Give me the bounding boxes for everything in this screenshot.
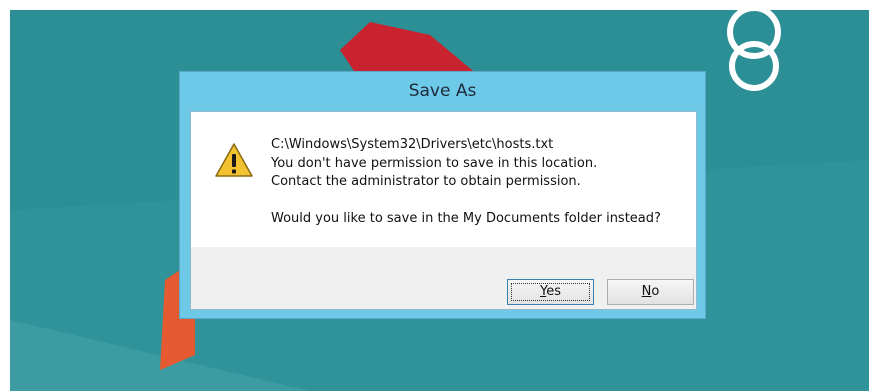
wallpaper-ring-bottom (729, 41, 779, 91)
dialog-message: C:\Windows\System32\Drivers\etc\hosts.tx… (271, 136, 691, 228)
message-line-permission: You don't have permission to save in thi… (271, 155, 598, 171)
message-line-contact: Contact the administrator to obtain perm… (271, 174, 581, 189)
warning-icon (215, 143, 253, 177)
no-button-label: No (641, 284, 660, 299)
focus-rectangle (511, 283, 590, 301)
file-path: C:\Windows\System32\Drivers\etc\hosts.tx… (271, 137, 554, 152)
dialog-title: Save As (408, 81, 477, 101)
no-button[interactable]: No (607, 279, 694, 305)
dialog-titlebar[interactable]: Save As (180, 72, 705, 110)
save-as-dialog: Save As C:\Windows\System32\Drivers\etc\… (180, 72, 705, 318)
dialog-content: C:\Windows\System32\Drivers\etc\hosts.tx… (191, 112, 696, 247)
message-question: Would you like to save in the My Documen… (271, 210, 661, 226)
yes-button[interactable]: Yes (507, 279, 594, 305)
dialog-client-area: C:\Windows\System32\Drivers\etc\hosts.tx… (190, 111, 697, 310)
